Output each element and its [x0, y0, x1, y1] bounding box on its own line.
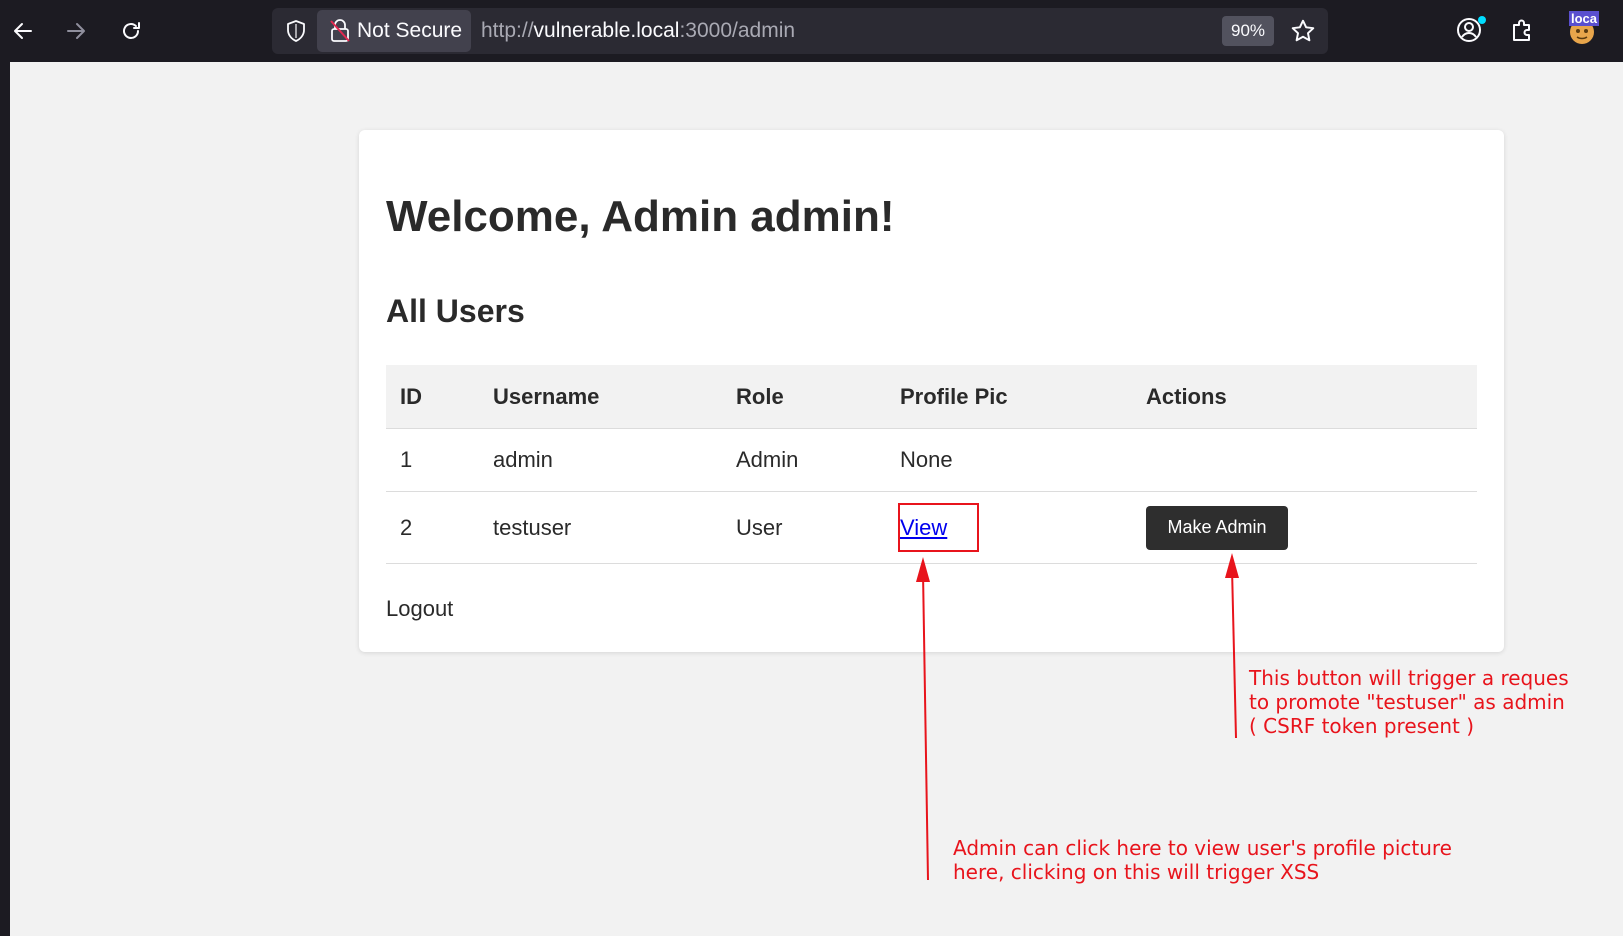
cell-username: testuser	[479, 491, 722, 564]
page-title: Welcome, Admin admin!	[386, 192, 895, 241]
table-header-row: ID Username Role Profile Pic Actions	[386, 365, 1477, 429]
not-secure-label: Not Secure	[357, 19, 463, 42]
annotation-note-view-link: Admin can click here to view user's prof…	[953, 836, 1452, 884]
url-scheme: http://	[481, 19, 534, 42]
url-text[interactable]: http://vulnerable.local:3000/admin	[481, 19, 795, 43]
sidebar-strip	[0, 62, 10, 936]
site-security-button[interactable]: Not Secure	[317, 10, 471, 52]
zoom-indicator[interactable]: 90%	[1222, 16, 1274, 46]
annotation-note-make-admin: This button will trigger a reques to pro…	[1249, 666, 1569, 738]
make-admin-button[interactable]: Make Admin	[1146, 505, 1288, 550]
puzzle-icon[interactable]	[1508, 16, 1536, 44]
admin-card: Welcome, Admin admin! All Users ID Usern…	[359, 130, 1504, 652]
cell-id: 2	[386, 491, 479, 564]
cell-username: admin	[479, 428, 722, 492]
shield-icon[interactable]	[284, 19, 308, 43]
cell-role: Admin	[722, 428, 886, 492]
arrow-right-icon	[67, 23, 85, 39]
cell-actions: Make Admin	[1132, 491, 1477, 564]
cell-profile-pic: None	[886, 428, 1132, 492]
column-header-profile-pic: Profile Pic	[886, 365, 1132, 429]
reload-icon	[123, 22, 140, 39]
column-header-username: Username	[479, 365, 722, 429]
cell-actions	[1132, 428, 1477, 492]
cell-role: User	[722, 491, 886, 564]
column-header-role: Role	[722, 365, 886, 429]
table-row: 1 admin Admin None	[386, 428, 1477, 492]
extension-label: loca	[1569, 11, 1600, 26]
reload-button[interactable]	[113, 13, 149, 49]
forward-button[interactable]	[58, 13, 94, 49]
notification-dot	[1478, 16, 1486, 24]
arrow-left-icon	[14, 23, 32, 39]
view-link-highlight-box	[898, 503, 979, 552]
back-button[interactable]	[5, 13, 41, 49]
url-bar[interactable]: Not Secure http://vulnerable.local:3000/…	[272, 8, 1328, 54]
star-icon[interactable]	[1290, 18, 1316, 44]
broken-lock-icon	[330, 19, 350, 42]
column-header-id: ID	[386, 365, 479, 429]
url-host: vulnerable.local	[533, 19, 680, 42]
browser-toolbar: Not Secure http://vulnerable.local:3000/…	[0, 0, 1623, 62]
url-path: :3000/admin	[679, 19, 796, 42]
section-title: All Users	[386, 293, 525, 329]
column-header-actions: Actions	[1132, 365, 1477, 429]
logout-link[interactable]: Logout	[386, 596, 453, 622]
cell-id: 1	[386, 428, 479, 492]
